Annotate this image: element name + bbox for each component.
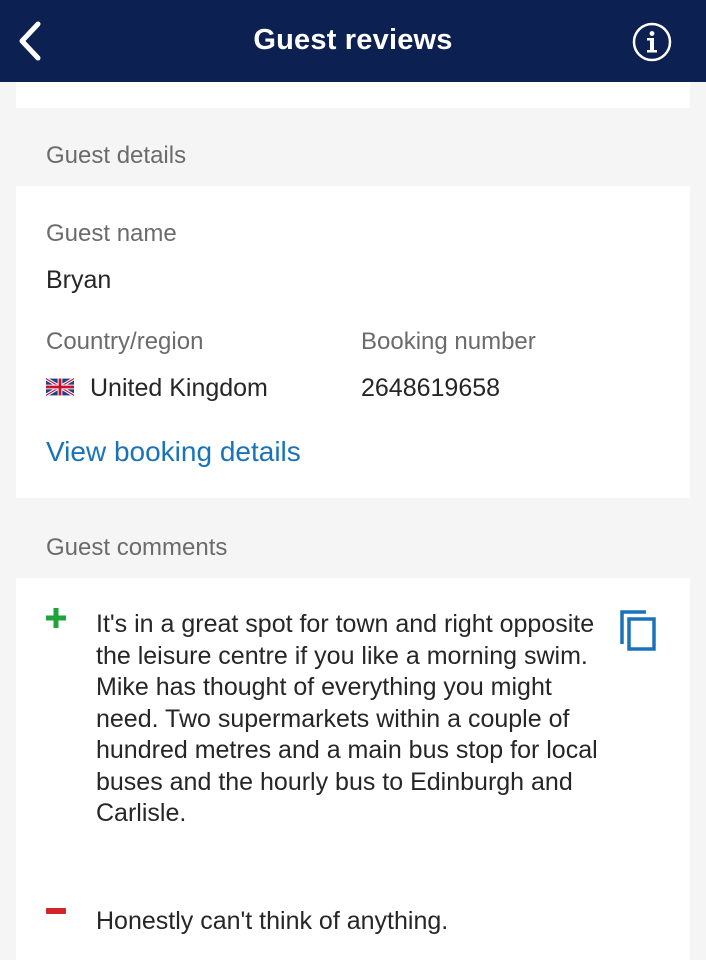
country-label: Country/region xyxy=(46,328,204,355)
positive-comment: It's in a great spot for town and right … xyxy=(96,610,598,827)
info-button[interactable] xyxy=(630,20,674,64)
minus-icon xyxy=(46,908,66,914)
previous-card-bottom xyxy=(16,82,690,108)
guest-comments-heading: Guest comments xyxy=(46,534,228,561)
country-value: United Kingdom xyxy=(90,374,268,402)
page-title: Guest reviews xyxy=(253,24,453,56)
guest-comments-card: It's in a great spot for town and right … xyxy=(16,578,690,960)
copy-button[interactable] xyxy=(618,608,658,652)
guest-name-label: Guest name xyxy=(46,220,177,247)
booking-number-label: Booking number xyxy=(361,328,536,355)
info-icon xyxy=(632,22,672,62)
uk-flag-icon xyxy=(46,378,74,396)
view-booking-details-link[interactable]: View booking details xyxy=(46,436,301,468)
copy-icon xyxy=(620,610,656,651)
negative-comment: Honestly can't think of anything. xyxy=(96,907,449,935)
header-bar: Guest reviews xyxy=(0,0,706,82)
guest-details-card: Guest name Bryan Country/region United K… xyxy=(16,186,690,498)
guest-name-value: Bryan xyxy=(46,266,112,294)
guest-details-heading: Guest details xyxy=(46,142,187,169)
plus-icon xyxy=(46,608,66,628)
booking-number-value: 2648619658 xyxy=(361,374,501,402)
